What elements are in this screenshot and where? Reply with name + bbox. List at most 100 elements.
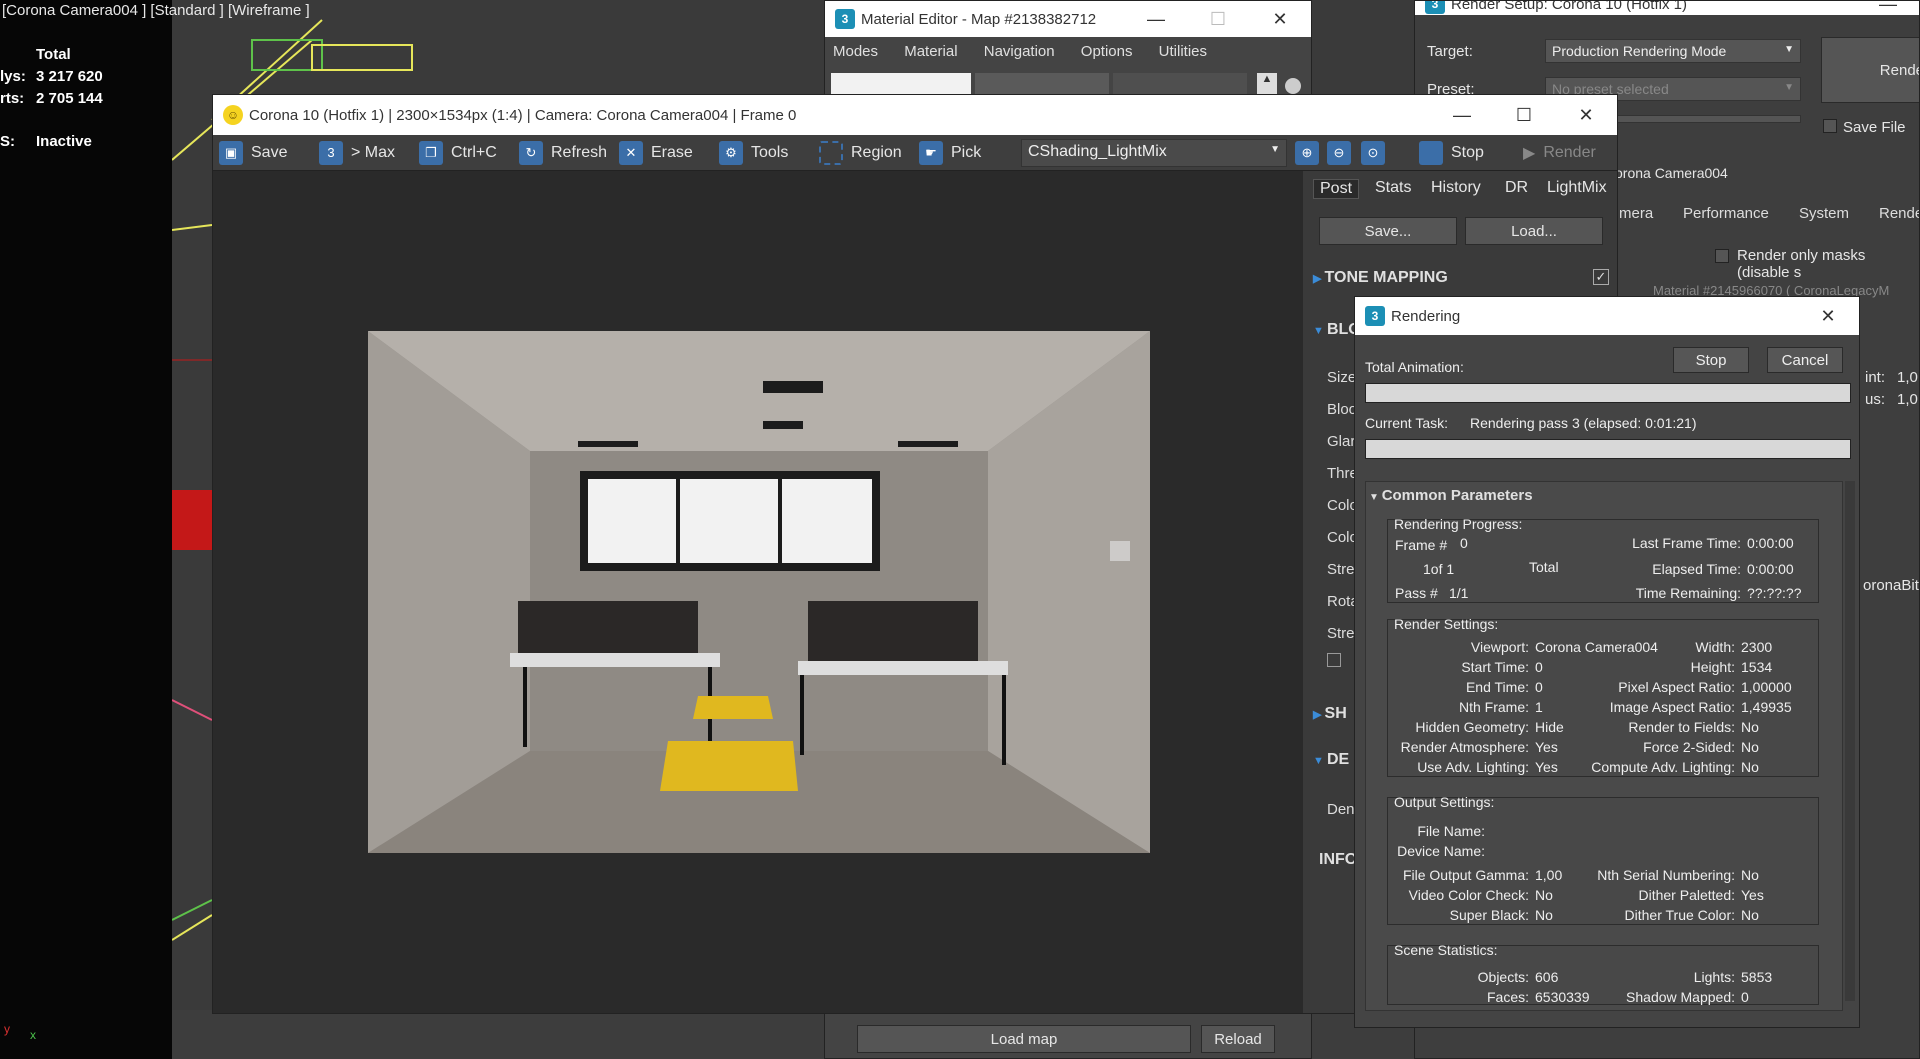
pixel-aspect-value: 1,00000 [1741,679,1792,695]
vfb-title: Corona 10 (Hotfix 1) | 2300×1534px (1:4)… [249,106,797,124]
objects-value: 606 [1535,969,1559,985]
save-file-checkbox[interactable] [1823,119,1837,133]
menu-material[interactable]: Material [904,43,957,60]
rendering-titlebar[interactable]: 3 Rendering ✕ [1355,297,1859,335]
task-progress-bar [1365,439,1851,459]
render-button-disabled[interactable]: ▶ Render [1523,140,1596,166]
tab-camera[interactable]: mera [1619,205,1653,222]
minimize-icon[interactable]: — [1125,9,1187,30]
render-channel-dropdown[interactable]: CShading_LightMix [1021,139,1287,167]
total-label: Total [1529,559,1559,575]
menu-navigation[interactable]: Navigation [984,43,1055,60]
total-animation-label: Total Animation: [1365,359,1464,375]
erase-button[interactable]: ✕ Erase [619,140,693,166]
tab-performance[interactable]: Performance [1683,205,1769,222]
last-frame-value: 0:00:00 [1747,535,1794,551]
stats-polys-value: 3 217 620 [36,68,103,85]
sample-sphere-icon[interactable] [1285,78,1301,94]
time-remaining-label: Time Remaining: [1635,585,1741,601]
close-icon[interactable]: ✕ [1555,105,1617,126]
slot-scroll-up-icon[interactable]: ▲ [1257,73,1277,95]
tools-button[interactable]: ⚙ Tools [719,140,788,166]
copy-icon: ❐ [419,141,443,165]
radius-value[interactable]: 1,0 [1897,391,1918,408]
maximize-icon[interactable]: ☐ [1493,105,1555,126]
force-2sided-label: Force 2-Sided: [1643,739,1735,755]
target-dropdown[interactable]: Production Rendering Mode [1545,39,1801,63]
tab-dr[interactable]: DR [1505,179,1528,197]
rendering-cancel-button[interactable]: Cancel [1767,347,1843,373]
post-save-button[interactable]: Save... [1319,217,1457,245]
zoom-fit-icon[interactable]: ⊙ [1361,140,1385,166]
denoise-header[interactable]: ▼ DE [1313,751,1349,769]
zoom-out-icon[interactable]: ⊖ [1327,140,1351,166]
tab-history[interactable]: History [1431,179,1481,197]
close-icon[interactable]: ✕ [1249,9,1311,30]
vfb-titlebar[interactable]: ☺ Corona 10 (Hotfix 1) | 2300×1534px (1:… [213,95,1617,135]
stats-fps-label: S: [0,133,15,150]
tone-mapping-checkbox[interactable]: ✓ [1593,269,1609,285]
width-label: Width: [1695,639,1735,655]
material-slot-1[interactable] [831,73,971,95]
tone-mapping-header[interactable]: ▶ TONE MAPPING [1313,269,1448,287]
faces-label: Faces: [1486,989,1529,1005]
height-value: 1534 [1741,659,1773,675]
frame-value: 0 [1460,535,1468,551]
minimize-icon[interactable]: — [1857,1,1919,15]
current-task-label: Current Task: [1365,415,1448,431]
material-slot-2[interactable] [975,73,1109,95]
file-name-label: File Name: [1417,823,1485,839]
pick-button[interactable]: ☛ Pick [919,140,981,166]
rendering-stop-button[interactable]: Stop [1673,347,1749,373]
close-icon[interactable]: ✕ [1797,306,1859,327]
render-canvas[interactable] [368,331,1150,853]
menu-utilities[interactable]: Utilities [1159,43,1207,60]
load-map-button[interactable]: Load map [857,1025,1191,1053]
copy-button[interactable]: ❐ Ctrl+C [419,140,497,166]
info-header[interactable]: INFO [1319,851,1357,869]
menu-modes[interactable]: Modes [833,43,878,60]
minimize-icon[interactable]: — [1431,105,1493,126]
render-setup-titlebar[interactable]: 3 Render Setup: Corona 10 (Hotfix 1) — [1415,1,1919,15]
tab-render-elements[interactable]: Rende [1879,205,1919,222]
reload-button[interactable]: Reload [1201,1025,1275,1053]
to-max-button[interactable]: 3 > Max [319,140,395,166]
post-load-button[interactable]: Load... [1465,217,1603,245]
end-time-label: End Time: [1465,679,1529,695]
bloom-option-checkbox[interactable] [1327,653,1341,667]
axis-x-label: x [30,1028,36,1042]
image-aspect-label: Image Aspect Ratio: [1609,699,1735,715]
refresh-button[interactable]: ↻ Refresh [519,140,607,166]
hand-icon: ☛ [919,141,943,165]
menu-options[interactable]: Options [1081,43,1133,60]
tab-post[interactable]: Post [1313,179,1360,199]
output-settings-title: Output Settings: [1394,794,1495,810]
collapse-arrow-icon: ▼ [1369,492,1382,503]
common-parameters-header[interactable]: ▼ Common Parameters [1369,487,1533,504]
save-button[interactable]: ▣ Save [219,140,287,166]
viewport-label[interactable]: [Corona Camera004 ] [Standard ] [Wirefra… [2,2,310,19]
dither-true-color-value: No [1741,907,1759,923]
rendering-dialog[interactable]: 3 Rendering ✕ Total Animation: Stop Canc… [1354,296,1860,1028]
tab-lightmix[interactable]: LightMix [1547,179,1607,197]
radius-label: us: [1865,391,1886,408]
stop-button[interactable]: Stop [1419,140,1484,166]
stats-polys-label: lys: [0,68,26,85]
render-masks-label: Render only masks (disable s [1737,247,1866,281]
tab-stats[interactable]: Stats [1375,179,1411,197]
rendering-progress-title: Rendering Progress: [1394,516,1523,532]
intensity-value[interactable]: 1,0 [1897,369,1918,386]
maximize-icon[interactable]: ☐ [1187,9,1249,30]
render-masks-checkbox[interactable] [1715,249,1729,263]
material-slot-3[interactable] [1113,73,1247,95]
material-editor-titlebar[interactable]: 3 Material Editor - Map #2138382712 — ☐ … [825,1,1311,37]
region-button[interactable]: Region [819,140,902,166]
scene-statistics-title: Scene Statistics: [1394,942,1498,958]
sharpen-header[interactable]: ▶ SH [1313,705,1347,723]
render-button[interactable]: Rende [1821,37,1919,103]
dialog-scrollbar[interactable] [1845,481,1855,1001]
floppy-icon: ▣ [219,141,243,165]
axis-y-label: y [4,1022,10,1036]
tab-system[interactable]: System [1799,205,1849,222]
zoom-in-icon[interactable]: ⊕ [1295,140,1319,166]
